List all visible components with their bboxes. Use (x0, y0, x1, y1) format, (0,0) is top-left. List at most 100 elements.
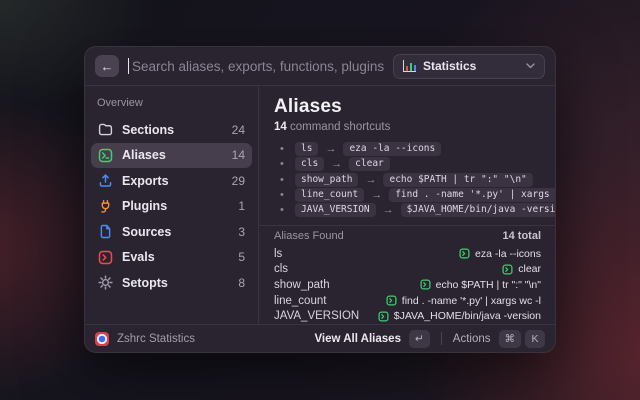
arrow-icon: → (325, 143, 336, 155)
app-name: Zshrc Statistics (117, 333, 306, 345)
alias-command: $JAVA_HOME/bin/java -version (378, 310, 541, 322)
sidebar-item-count: 8 (238, 276, 245, 290)
sidebar-item-exports[interactable]: Exports 29 (91, 168, 252, 194)
back-button[interactable]: ← (95, 55, 119, 77)
sidebar-item-aliases[interactable]: Aliases 14 (91, 143, 252, 169)
return-key-badge[interactable]: ↵ (409, 330, 430, 348)
sidebar: Overview Sections 24 Aliases 14 (85, 86, 259, 324)
status-bar: Zshrc Statistics View All Aliases ↵ Acti… (85, 324, 555, 352)
sidebar-section-label: Overview (91, 95, 252, 117)
alias-name-chip: show_path (295, 173, 358, 187)
actions-button[interactable]: Actions (453, 333, 491, 345)
alias-table-row[interactable]: line_count find . -name '*.py' | xargs w… (274, 293, 541, 309)
alias-table-row[interactable]: ls eza -la --icons (274, 246, 541, 262)
sidebar-item-sections[interactable]: Sections 24 (91, 117, 252, 143)
terminal-icon (378, 311, 389, 322)
alias-name: JAVA_VERSION (274, 310, 378, 322)
alias-bullet-row: • cls → clear (274, 156, 541, 171)
alias-table-row[interactable]: JAVA_VERSION $JAVA_HOME/bin/java -versio… (274, 308, 541, 324)
terminal-icon (98, 250, 113, 265)
page-title: Aliases (274, 96, 541, 118)
sidebar-item-label: Exports (122, 174, 223, 188)
upload-icon (98, 173, 113, 188)
search-header: ← Statistics (85, 47, 555, 86)
alias-command: clear (502, 263, 541, 275)
sidebar-item-count: 3 (238, 225, 245, 239)
k-key-badge[interactable]: K (525, 330, 545, 348)
sidebar-item-plugins[interactable]: Plugins 1 (91, 194, 252, 220)
view-all-aliases-button[interactable]: View All Aliases (314, 333, 401, 345)
document-icon (98, 224, 113, 239)
alias-command-text: clear (518, 263, 541, 275)
aliases-found-total: 14 total (502, 230, 541, 242)
arrow-icon: → (365, 174, 376, 186)
sidebar-item-label: Sources (122, 225, 229, 239)
search-input[interactable] (132, 59, 384, 74)
footer-divider (441, 332, 442, 345)
statistics-dropdown[interactable]: Statistics (393, 54, 545, 79)
alias-command-text: echo $PATH | tr ":" "\n" (436, 279, 541, 291)
alias-table-row[interactable]: cls clear (274, 262, 541, 278)
aliases-found-label: Aliases Found (274, 230, 502, 242)
cmd-key-badge[interactable]: ⌘ (499, 330, 522, 348)
alias-bullet-row: • show_path → echo $PATH | tr ":" "\n" (274, 172, 541, 187)
actions-shortcut: ⌘ K (499, 330, 546, 348)
arrow-icon: → (371, 189, 382, 201)
alias-name-chip: ls (295, 142, 318, 156)
bullet-icon: • (280, 158, 288, 170)
sidebar-item-label: Sections (122, 123, 223, 137)
alias-name: ls (274, 248, 459, 260)
bullet-icon: • (280, 174, 288, 186)
dropdown-label: Statistics (423, 59, 519, 73)
bullet-icon: • (280, 143, 288, 155)
arrow-icon: → (383, 204, 394, 216)
back-arrow-icon: ← (101, 59, 114, 74)
alias-command: echo $PATH | tr ":" "\n" (420, 279, 541, 291)
alias-command-text: $JAVA_HOME/bin/java -version (394, 310, 541, 322)
alias-name-chip: cls (295, 157, 324, 171)
sidebar-item-sources[interactable]: Sources 3 (91, 219, 252, 245)
subtitle-text: command shortcuts (290, 121, 390, 133)
alias-command: eza -la --icons (459, 248, 541, 260)
page-subtitle: 14 command shortcuts (274, 121, 541, 133)
raycast-window: ← Statistics Overview (84, 46, 556, 353)
sidebar-item-setopts[interactable]: Setopts 8 (91, 270, 252, 296)
sidebar-item-count: 1 (238, 199, 245, 213)
sidebar-item-label: Evals (122, 250, 229, 264)
alias-command-chip: $JAVA_HOME/bin/java -version (401, 203, 556, 217)
sidebar-item-evals[interactable]: Evals 5 (91, 245, 252, 271)
alias-table-row[interactable]: show_path echo $PATH | tr ":" "\n" (274, 277, 541, 293)
subtitle-count: 14 (274, 121, 287, 133)
alias-command-chip: eza -la --icons (343, 142, 441, 156)
bullet-icon: • (280, 189, 288, 201)
terminal-icon (502, 264, 513, 275)
alias-command-chip: echo $PATH | tr ":" "\n" (383, 173, 532, 187)
alias-name: line_count (274, 295, 386, 307)
text-caret (128, 58, 129, 74)
terminal-icon (420, 279, 431, 290)
bar-chart-icon (403, 60, 416, 72)
gear-icon (98, 275, 113, 290)
alias-command-text: eza -la --icons (475, 248, 541, 260)
plug-icon (98, 199, 113, 214)
alias-command-chip: find . -name '*.py' | xargs wc -l (389, 188, 556, 202)
folder-icon (98, 122, 113, 137)
sidebar-item-label: Plugins (122, 199, 229, 213)
terminal-icon (386, 295, 397, 306)
window-body: Overview Sections 24 Aliases 14 (85, 86, 555, 324)
terminal-icon (98, 148, 113, 163)
arrow-icon: → (331, 158, 342, 170)
desktop-wallpaper: ← Statistics Overview (0, 0, 640, 400)
aliases-found-header: Aliases Found 14 total (274, 226, 541, 246)
alias-name: show_path (274, 279, 420, 291)
terminal-icon (459, 248, 470, 259)
alias-name-chip: JAVA_VERSION (295, 203, 376, 217)
alias-command-chip: clear (349, 157, 390, 171)
sidebar-item-count: 5 (238, 250, 245, 264)
sidebar-item-label: Aliases (122, 148, 223, 162)
alias-bullet-row: • ls → eza -la --icons (274, 141, 541, 156)
zshrc-app-icon (95, 332, 109, 346)
alias-bullet-row: • JAVA_VERSION → $JAVA_HOME/bin/java -ve… (274, 203, 541, 218)
chevron-down-icon (526, 63, 535, 69)
detail-panel: Aliases 14 command shortcuts • ls → eza … (259, 86, 555, 324)
